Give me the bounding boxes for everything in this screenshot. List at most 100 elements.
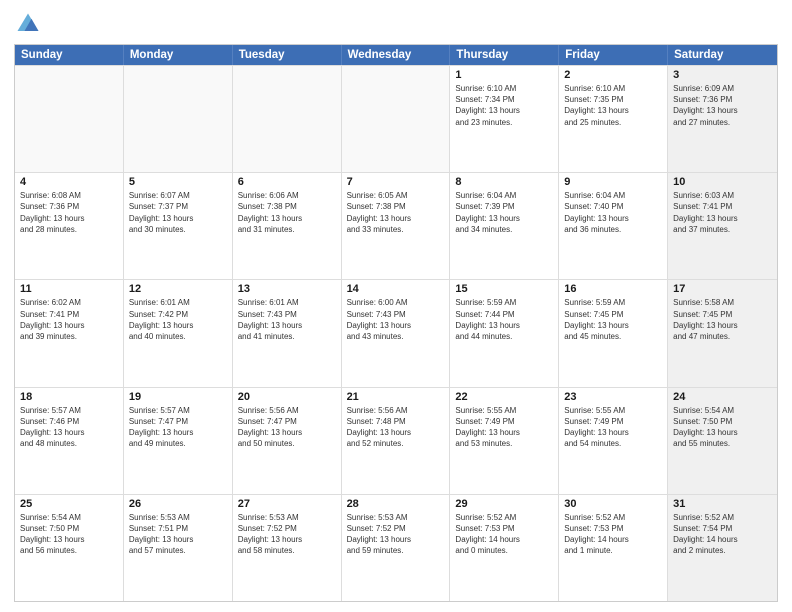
calendar-day-27: 27 Sunrise: 5:53 AMSunset: 7:52 PMDayligh… <box>233 495 342 601</box>
calendar-day-5: 5 Sunrise: 6:07 AMSunset: 7:37 PMDaylight… <box>124 173 233 279</box>
day-number: 11 <box>20 283 118 295</box>
calendar: SundayMondayTuesdayWednesdayThursdayFrid… <box>14 44 778 602</box>
day-info: Sunrise: 6:10 AMSunset: 7:34 PMDaylight:… <box>455 83 553 128</box>
day-number: 31 <box>673 498 772 510</box>
day-info: Sunrise: 6:00 AMSunset: 7:43 PMDaylight:… <box>347 297 445 342</box>
day-number: 27 <box>238 498 336 510</box>
calendar-empty-cell <box>124 66 233 172</box>
day-number: 14 <box>347 283 445 295</box>
day-info: Sunrise: 5:52 AMSunset: 7:53 PMDaylight:… <box>455 512 553 557</box>
calendar-week-1: 1 Sunrise: 6:10 AMSunset: 7:34 PMDaylight… <box>15 65 777 172</box>
day-info: Sunrise: 6:08 AMSunset: 7:36 PMDaylight:… <box>20 190 118 235</box>
day-number: 15 <box>455 283 553 295</box>
weekday-header-friday: Friday <box>559 45 668 65</box>
calendar-empty-cell <box>233 66 342 172</box>
calendar-week-3: 11 Sunrise: 6:02 AMSunset: 7:41 PMDayligh… <box>15 279 777 386</box>
day-info: Sunrise: 6:01 AMSunset: 7:43 PMDaylight:… <box>238 297 336 342</box>
calendar-day-22: 22Sunrise: 5:55 AMSunset: 7:49 PMDayligh… <box>450 388 559 494</box>
day-info: Sunrise: 5:55 AMSunset: 7:49 PMDaylight:… <box>564 405 662 450</box>
day-info: Sunrise: 5:59 AMSunset: 7:44 PMDaylight:… <box>455 297 553 342</box>
day-number: 20 <box>238 391 336 403</box>
calendar-body: 1 Sunrise: 6:10 AMSunset: 7:34 PMDaylight… <box>15 65 777 601</box>
page: SundayMondayTuesdayWednesdayThursdayFrid… <box>0 0 792 612</box>
weekday-header-sunday: Sunday <box>15 45 124 65</box>
day-info: Sunrise: 5:53 AMSunset: 7:52 PMDaylight:… <box>238 512 336 557</box>
calendar-day-6: 6 Sunrise: 6:06 AMSunset: 7:38 PMDaylight… <box>233 173 342 279</box>
weekday-header-thursday: Thursday <box>450 45 559 65</box>
logo <box>14 10 46 38</box>
day-info: Sunrise: 6:06 AMSunset: 7:38 PMDaylight:… <box>238 190 336 235</box>
day-info: Sunrise: 6:05 AMSunset: 7:38 PMDaylight:… <box>347 190 445 235</box>
day-number: 17 <box>673 283 772 295</box>
calendar-week-4: 18 Sunrise: 5:57 AMSunset: 7:46 PMDayligh… <box>15 387 777 494</box>
day-number: 24 <box>673 391 772 403</box>
day-number: 18 <box>20 391 118 403</box>
calendar-empty-cell <box>15 66 124 172</box>
day-number: 29 <box>455 498 553 510</box>
day-number: 4 <box>20 176 118 188</box>
day-info: Sunrise: 5:52 AMSunset: 7:53 PMDaylight:… <box>564 512 662 557</box>
weekday-header-saturday: Saturday <box>668 45 777 65</box>
calendar-day-9: 9Sunrise: 6:04 AMSunset: 7:40 PMDaylight… <box>559 173 668 279</box>
day-info: Sunrise: 5:57 AMSunset: 7:46 PMDaylight:… <box>20 405 118 450</box>
calendar-day-26: 26 Sunrise: 5:53 AMSunset: 7:51 PMDayligh… <box>124 495 233 601</box>
calendar-day-10: 10Sunrise: 6:03 AMSunset: 7:41 PMDayligh… <box>668 173 777 279</box>
calendar-day-19: 19 Sunrise: 5:57 AMSunset: 7:47 PMDayligh… <box>124 388 233 494</box>
calendar-day-23: 23 Sunrise: 5:55 AMSunset: 7:49 PMDayligh… <box>559 388 668 494</box>
day-info: Sunrise: 6:10 AMSunset: 7:35 PMDaylight:… <box>564 83 662 128</box>
day-number: 6 <box>238 176 336 188</box>
calendar-day-21: 21Sunrise: 5:56 AMSunset: 7:48 PMDayligh… <box>342 388 451 494</box>
calendar-day-7: 7 Sunrise: 6:05 AMSunset: 7:38 PMDaylight… <box>342 173 451 279</box>
calendar-empty-cell <box>342 66 451 172</box>
weekday-header-monday: Monday <box>124 45 233 65</box>
day-info: Sunrise: 5:59 AMSunset: 7:45 PMDaylight:… <box>564 297 662 342</box>
day-info: Sunrise: 6:03 AMSunset: 7:41 PMDaylight:… <box>673 190 772 235</box>
weekday-header-tuesday: Tuesday <box>233 45 342 65</box>
weekday-header-wednesday: Wednesday <box>342 45 451 65</box>
calendar-day-8: 8 Sunrise: 6:04 AMSunset: 7:39 PMDaylight… <box>450 173 559 279</box>
day-number: 8 <box>455 176 553 188</box>
calendar-day-11: 11 Sunrise: 6:02 AMSunset: 7:41 PMDayligh… <box>15 280 124 386</box>
calendar-day-18: 18 Sunrise: 5:57 AMSunset: 7:46 PMDayligh… <box>15 388 124 494</box>
day-info: Sunrise: 5:53 AMSunset: 7:51 PMDaylight:… <box>129 512 227 557</box>
day-number: 2 <box>564 69 662 81</box>
day-info: Sunrise: 5:53 AMSunset: 7:52 PMDaylight:… <box>347 512 445 557</box>
day-number: 26 <box>129 498 227 510</box>
calendar-day-3: 3Sunrise: 6:09 AMSunset: 7:36 PMDaylight… <box>668 66 777 172</box>
calendar-day-24: 24 Sunrise: 5:54 AMSunset: 7:50 PMDayligh… <box>668 388 777 494</box>
day-info: Sunrise: 6:07 AMSunset: 7:37 PMDaylight:… <box>129 190 227 235</box>
calendar-day-14: 14 Sunrise: 6:00 AMSunset: 7:43 PMDayligh… <box>342 280 451 386</box>
day-info: Sunrise: 6:04 AMSunset: 7:39 PMDaylight:… <box>455 190 553 235</box>
day-number: 19 <box>129 391 227 403</box>
day-info: Sunrise: 5:54 AMSunset: 7:50 PMDaylight:… <box>673 405 772 450</box>
day-number: 3 <box>673 69 772 81</box>
calendar-day-16: 16Sunrise: 5:59 AMSunset: 7:45 PMDayligh… <box>559 280 668 386</box>
calendar-day-31: 31Sunrise: 5:52 AMSunset: 7:54 PMDayligh… <box>668 495 777 601</box>
calendar-day-25: 25Sunrise: 5:54 AMSunset: 7:50 PMDayligh… <box>15 495 124 601</box>
day-number: 30 <box>564 498 662 510</box>
calendar-day-29: 29 Sunrise: 5:52 AMSunset: 7:53 PMDayligh… <box>450 495 559 601</box>
calendar-day-28: 28Sunrise: 5:53 AMSunset: 7:52 PMDayligh… <box>342 495 451 601</box>
calendar-day-20: 20 Sunrise: 5:56 AMSunset: 7:47 PMDayligh… <box>233 388 342 494</box>
day-number: 5 <box>129 176 227 188</box>
day-number: 7 <box>347 176 445 188</box>
calendar-week-5: 25Sunrise: 5:54 AMSunset: 7:50 PMDayligh… <box>15 494 777 601</box>
day-number: 12 <box>129 283 227 295</box>
day-info: Sunrise: 5:57 AMSunset: 7:47 PMDaylight:… <box>129 405 227 450</box>
day-number: 1 <box>455 69 553 81</box>
calendar-day-15: 15 Sunrise: 5:59 AMSunset: 7:44 PMDayligh… <box>450 280 559 386</box>
day-number: 23 <box>564 391 662 403</box>
calendar-day-1: 1 Sunrise: 6:10 AMSunset: 7:34 PMDaylight… <box>450 66 559 172</box>
calendar-day-13: 13 Sunrise: 6:01 AMSunset: 7:43 PMDayligh… <box>233 280 342 386</box>
day-number: 21 <box>347 391 445 403</box>
day-number: 13 <box>238 283 336 295</box>
calendar-header: SundayMondayTuesdayWednesdayThursdayFrid… <box>15 45 777 65</box>
header <box>14 10 778 38</box>
day-info: Sunrise: 6:02 AMSunset: 7:41 PMDaylight:… <box>20 297 118 342</box>
calendar-week-2: 4 Sunrise: 6:08 AMSunset: 7:36 PMDaylight… <box>15 172 777 279</box>
day-info: Sunrise: 5:58 AMSunset: 7:45 PMDaylight:… <box>673 297 772 342</box>
day-info: Sunrise: 5:56 AMSunset: 7:47 PMDaylight:… <box>238 405 336 450</box>
day-info: Sunrise: 6:01 AMSunset: 7:42 PMDaylight:… <box>129 297 227 342</box>
calendar-day-12: 12 Sunrise: 6:01 AMSunset: 7:42 PMDayligh… <box>124 280 233 386</box>
calendar-day-17: 17 Sunrise: 5:58 AMSunset: 7:45 PMDayligh… <box>668 280 777 386</box>
